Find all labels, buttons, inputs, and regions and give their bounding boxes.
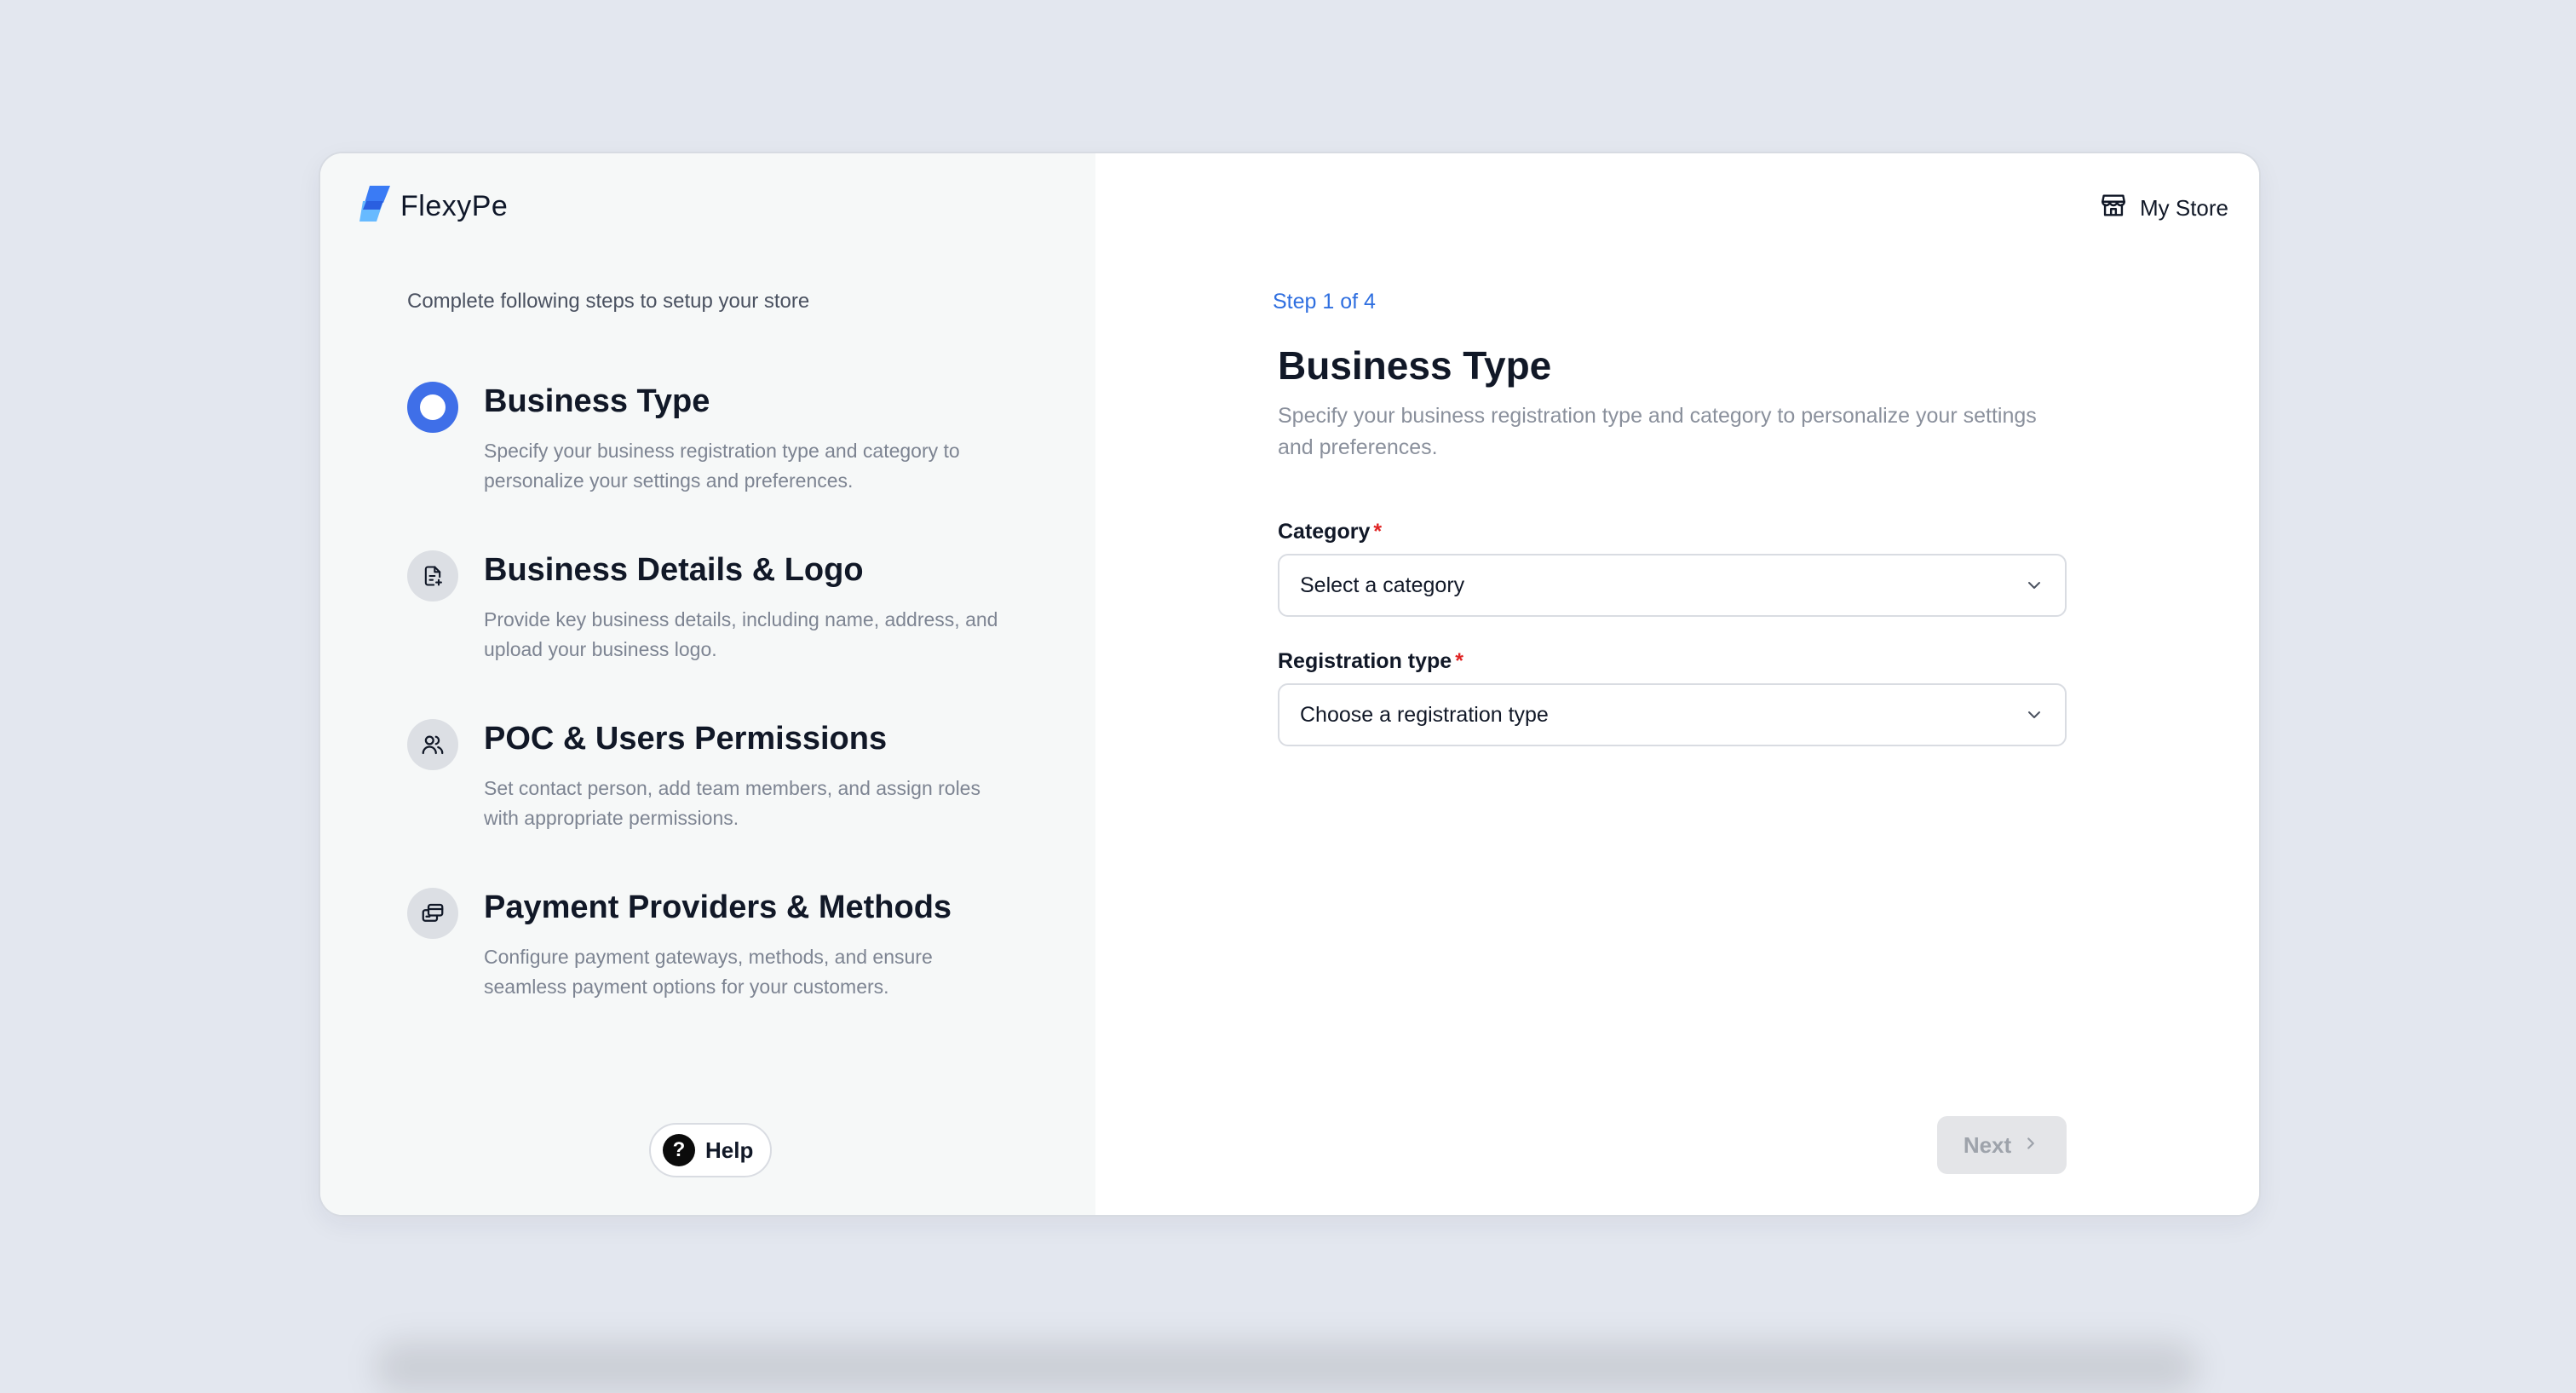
category-select[interactable]: Select a category	[1278, 554, 2067, 617]
users-icon	[407, 719, 458, 770]
flexype-logo-icon	[358, 184, 392, 229]
help-label: Help	[705, 1137, 754, 1163]
payment-icon	[407, 888, 458, 939]
next-button[interactable]: Next	[1937, 1116, 2067, 1174]
step-title: Payment Providers & Methods	[484, 889, 952, 925]
page-shadow	[375, 1342, 2198, 1393]
category-label: Category *	[1278, 520, 1382, 544]
document-icon	[407, 550, 458, 602]
step-description: Provide key business details, including …	[484, 608, 998, 660]
step-title: Business Details & Logo	[484, 552, 864, 588]
registration-placeholder: Choose a registration type	[1300, 702, 1549, 727]
category-placeholder: Select a category	[1300, 573, 1465, 597]
registration-type-select[interactable]: Choose a registration type	[1278, 683, 2067, 746]
sidebar-intro: Complete following steps to setup your s…	[407, 290, 810, 313]
main-panel: My Store Step 1 of 4 Business Type Speci…	[1095, 153, 2259, 1215]
step-title: Business Type	[484, 383, 710, 419]
my-store-label: My Store	[2139, 195, 2228, 221]
next-label: Next	[1963, 1131, 2012, 1158]
help-button[interactable]: ? Help	[649, 1123, 773, 1177]
chevron-down-icon	[2024, 705, 2044, 725]
category-label-text: Category	[1278, 520, 1371, 544]
help-icon: ?	[663, 1134, 695, 1166]
required-mark: *	[1455, 649, 1463, 673]
chevron-right-icon	[2021, 1132, 2040, 1159]
steps-sidebar: FlexyPe Complete following steps to setu…	[320, 153, 1095, 1215]
chevron-down-icon	[2024, 575, 2044, 596]
radio-active-icon	[407, 382, 458, 433]
registration-label-text: Registration type	[1278, 649, 1452, 673]
step-title: POC & Users Permissions	[484, 721, 888, 757]
brand-logo: FlexyPe	[358, 184, 508, 229]
my-store-button[interactable]: My Store	[2099, 191, 2228, 226]
required-mark: *	[1373, 520, 1383, 544]
step-description: Configure payment gateways, methods, and…	[484, 946, 933, 998]
page-title: Business Type	[1278, 343, 1552, 388]
step-description: Set contact person, add team members, an…	[484, 777, 980, 829]
registration-type-label: Registration type *	[1278, 649, 1463, 674]
step-indicator: Step 1 of 4	[1273, 290, 1376, 314]
store-icon	[2099, 191, 2128, 226]
page-description: Specify your business registration type …	[1278, 404, 2037, 459]
step-description: Specify your business registration type …	[484, 440, 960, 492]
onboarding-card: FlexyPe Complete following steps to setu…	[319, 152, 2261, 1217]
brand-name: FlexyPe	[400, 190, 509, 222]
